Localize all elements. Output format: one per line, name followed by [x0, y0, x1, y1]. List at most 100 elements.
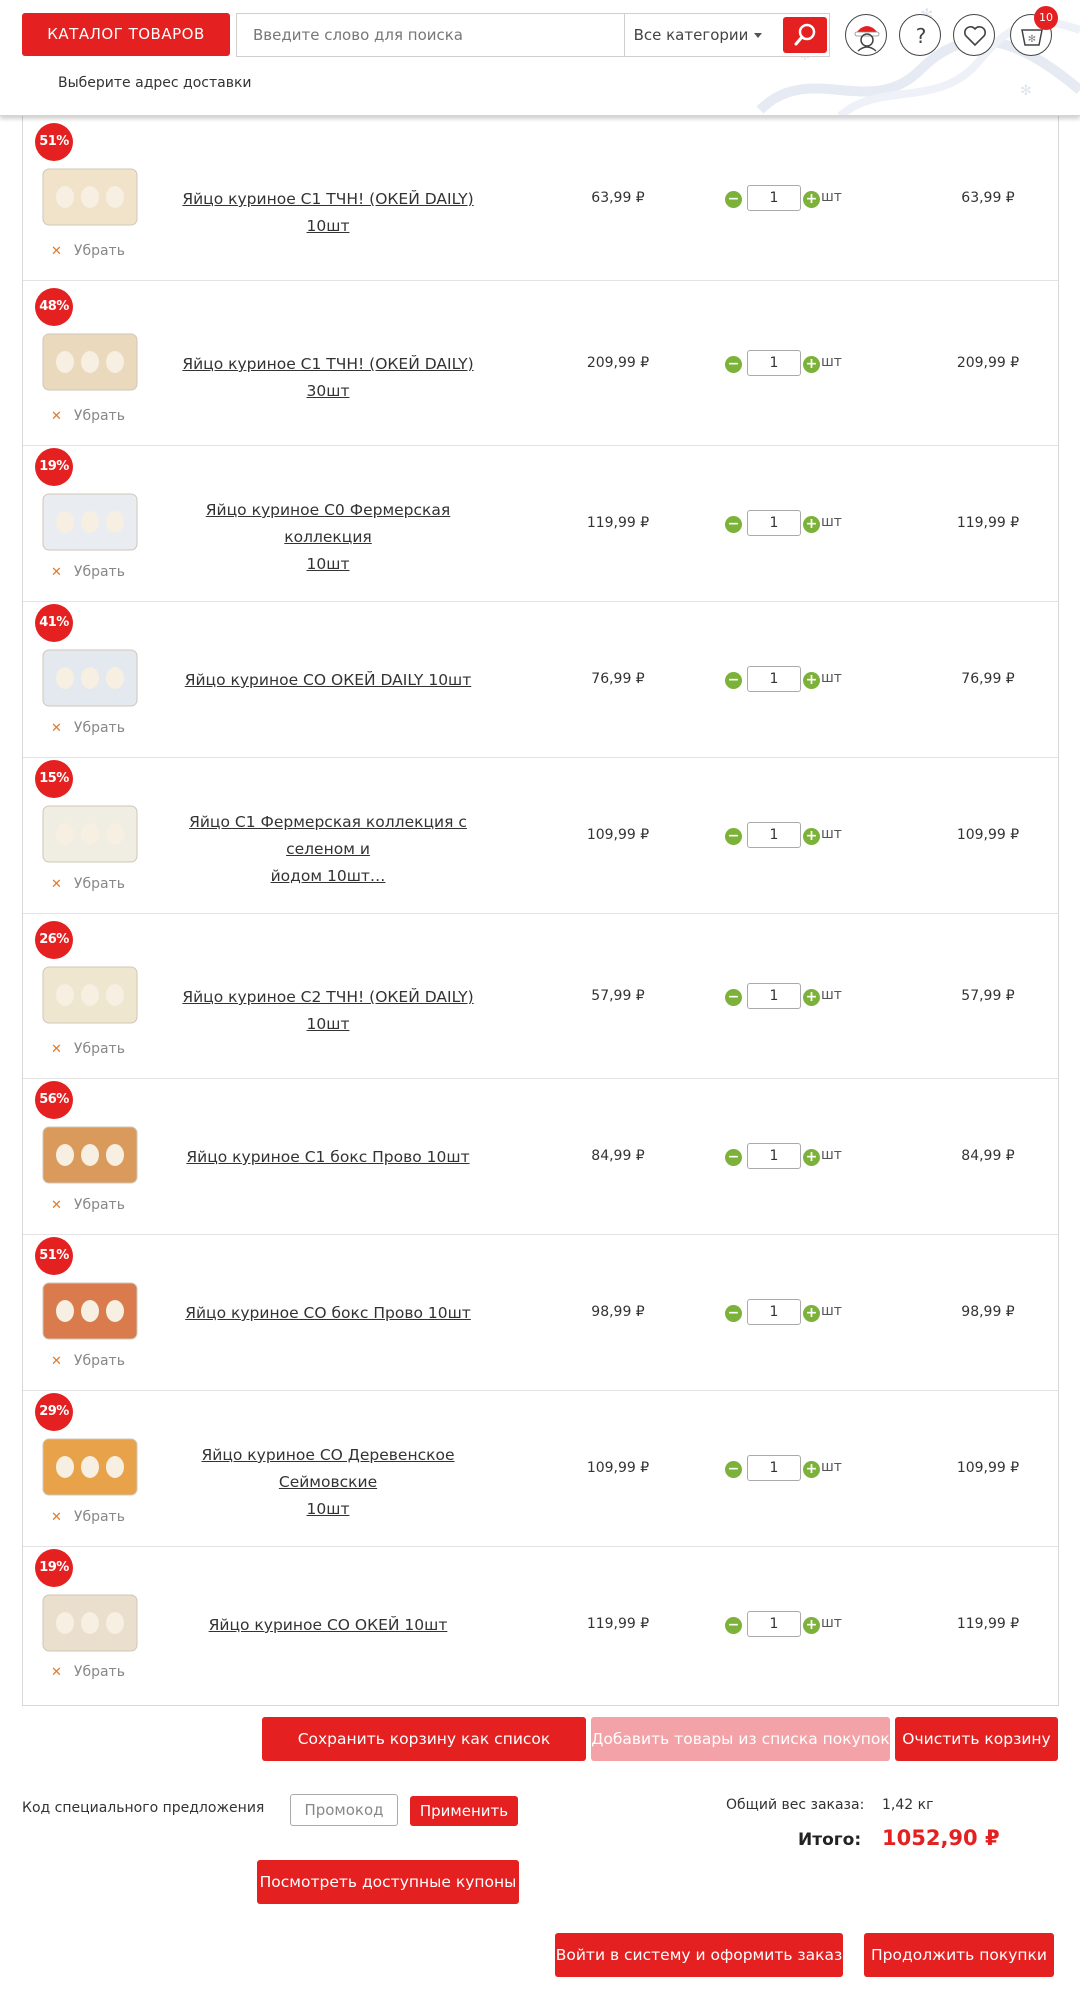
minus-icon[interactable]: − — [725, 989, 742, 1006]
plus-icon[interactable]: + — [803, 1149, 820, 1166]
plus-icon[interactable]: + — [803, 989, 820, 1006]
login-and-checkout-button[interactable]: Войти в систему и оформить заказ — [555, 1933, 843, 1977]
account-button[interactable] — [845, 14, 887, 56]
product-image[interactable] — [35, 159, 145, 235]
unit-label: шт — [821, 987, 842, 1003]
plus-icon[interactable]: + — [803, 356, 820, 373]
product-title-link[interactable]: Яйцо куриное С1 ТЧН! (ОКЕЙ DAILY) 10шт — [163, 186, 493, 240]
discount-badge: 29% — [35, 1393, 73, 1431]
quantity-input[interactable]: 1 — [747, 1299, 801, 1325]
clear-cart-button[interactable]: Очистить корзину — [895, 1717, 1058, 1761]
remove-item-button[interactable]: ✕ Убрать — [51, 1197, 125, 1213]
product-title-link[interactable]: Яйцо куриное СО Деревенское Сеймовские 10… — [163, 1442, 493, 1523]
quantity-input[interactable]: 1 — [747, 822, 801, 848]
product-title-link[interactable]: Яйцо куриное С0 Фермерская коллекция 10шт — [163, 497, 493, 578]
remove-item-button[interactable]: ✕ Убрать — [51, 243, 125, 259]
minus-icon[interactable]: − — [725, 1305, 742, 1322]
add-from-list-button[interactable]: Добавить товары из списка покупок — [591, 1717, 890, 1761]
remove-item-button[interactable]: ✕ Убрать — [51, 1664, 125, 1680]
product-title-line: йодом 10шт… — [270, 867, 386, 885]
apply-promo-button[interactable]: Применить — [410, 1796, 518, 1826]
discount-badge: 48% — [35, 288, 73, 326]
minus-icon[interactable]: − — [725, 191, 742, 208]
quantity-input[interactable]: 1 — [747, 1143, 801, 1169]
product-image[interactable] — [35, 484, 145, 560]
quantity-stepper: −1 + шт — [723, 350, 863, 376]
user-icon — [854, 26, 880, 52]
delivery-address-link[interactable]: Выберите адрес доставки — [58, 75, 252, 91]
product-title-line: 10шт — [306, 1500, 350, 1518]
cart-row: 51% Яйцо куриное С1 ТЧН! (ОКЕЙ DAILY) 10ш… — [23, 116, 1058, 281]
plus-icon[interactable]: + — [803, 1305, 820, 1322]
minus-icon[interactable]: − — [725, 1617, 742, 1634]
product-image[interactable] — [35, 1273, 145, 1349]
product-title-link[interactable]: Яйцо куриное С1 ТЧН! (ОКЕЙ DAILY) 30шт — [163, 351, 493, 405]
minus-icon[interactable]: − — [725, 356, 742, 373]
unit-price: 109,99 ₽ — [586, 827, 650, 843]
product-image[interactable] — [35, 796, 145, 872]
plus-icon[interactable]: + — [803, 672, 820, 689]
product-image[interactable] — [35, 1117, 145, 1193]
search-input[interactable] — [237, 14, 625, 56]
minus-icon[interactable]: − — [725, 828, 742, 845]
continue-shopping-button[interactable]: Продолжить покупки — [864, 1933, 1054, 1977]
unit-price: 109,99 ₽ — [586, 1460, 650, 1476]
remove-item-button[interactable]: ✕ Убрать — [51, 1041, 125, 1057]
remove-item-button[interactable]: ✕ Убрать — [51, 876, 125, 892]
unit-label: шт — [821, 189, 842, 205]
minus-icon[interactable]: − — [725, 672, 742, 689]
help-button[interactable]: ? — [899, 14, 941, 56]
discount-badge: 19% — [35, 448, 73, 486]
category-select[interactable]: Все категории — [625, 14, 771, 56]
remove-item-button[interactable]: ✕ Убрать — [51, 1353, 125, 1369]
product-title-link[interactable]: Яйцо куриное СО бокс Прово 10шт — [163, 1300, 493, 1327]
svg-text:✻: ✻ — [1020, 83, 1032, 99]
remove-item-button[interactable]: ✕ Убрать — [51, 564, 125, 580]
product-title-link[interactable]: Яйцо куриное С1 бокс Прово 10шт — [163, 1144, 493, 1171]
promo-code-input[interactable]: Промокод — [290, 1794, 398, 1826]
search-button[interactable] — [783, 17, 827, 53]
plus-icon[interactable]: + — [803, 516, 820, 533]
line-total: 57,99 ₽ — [961, 988, 1015, 1004]
quantity-input[interactable]: 1 — [747, 1455, 801, 1481]
minus-icon[interactable]: − — [725, 1149, 742, 1166]
plus-icon[interactable]: + — [803, 1617, 820, 1634]
unit-price: 76,99 ₽ — [591, 671, 645, 687]
view-coupons-button[interactable]: Посмотреть доступные купоны — [257, 1860, 519, 1904]
quantity-stepper: −1 + шт — [723, 822, 863, 848]
quantity-stepper: −1 + шт — [723, 1143, 863, 1169]
product-title-link[interactable]: Яйцо куриное С2 ТЧН! (ОКЕЙ DAILY) 10шт — [163, 984, 493, 1038]
unit-price: 63,99 ₽ — [591, 190, 645, 206]
product-image[interactable] — [35, 1585, 145, 1661]
plus-icon[interactable]: + — [803, 828, 820, 845]
remove-item-button[interactable]: ✕ Убрать — [51, 1509, 125, 1525]
save-cart-as-list-button[interactable]: Сохранить корзину как список покупок — [262, 1717, 586, 1792]
minus-icon[interactable]: − — [725, 1461, 742, 1478]
product-image[interactable] — [35, 324, 145, 400]
plus-icon[interactable]: + — [803, 1461, 820, 1478]
minus-icon[interactable]: − — [725, 516, 742, 533]
unit-label: шт — [821, 1615, 842, 1631]
product-image[interactable] — [35, 957, 145, 1033]
product-title-link[interactable]: Яйцо куриное СО ОКЕЙ DAILY 10шт — [163, 667, 493, 694]
catalog-button[interactable]: КАТАЛОГ ТОВАРОВ — [22, 13, 230, 56]
favorites-button[interactable] — [953, 14, 995, 56]
discount-badge: 41% — [35, 604, 73, 642]
plus-icon[interactable]: + — [803, 191, 820, 208]
svg-text:?: ? — [916, 24, 927, 48]
quantity-input[interactable]: 1 — [747, 983, 801, 1009]
remove-item-button[interactable]: ✕ Убрать — [51, 720, 125, 736]
quantity-input[interactable]: 1 — [747, 510, 801, 536]
unit-price: 98,99 ₽ — [591, 1304, 645, 1320]
close-icon: ✕ — [51, 877, 62, 892]
product-image[interactable] — [35, 1429, 145, 1505]
quantity-input[interactable]: 1 — [747, 1611, 801, 1637]
quantity-input[interactable]: 1 — [747, 666, 801, 692]
quantity-input[interactable]: 1 — [747, 350, 801, 376]
product-title-link[interactable]: Яйцо куриное СО ОКЕЙ 10шт — [163, 1612, 493, 1639]
product-title-line: Яйцо куриное СО ОКЕЙ DAILY 10шт — [184, 671, 472, 689]
remove-item-button[interactable]: ✕ Убрать — [51, 408, 125, 424]
quantity-input[interactable]: 1 — [747, 185, 801, 211]
product-image[interactable] — [35, 640, 145, 716]
product-title-link[interactable]: Яйцо С1 Фермерская коллекция с селеном и… — [163, 809, 493, 890]
